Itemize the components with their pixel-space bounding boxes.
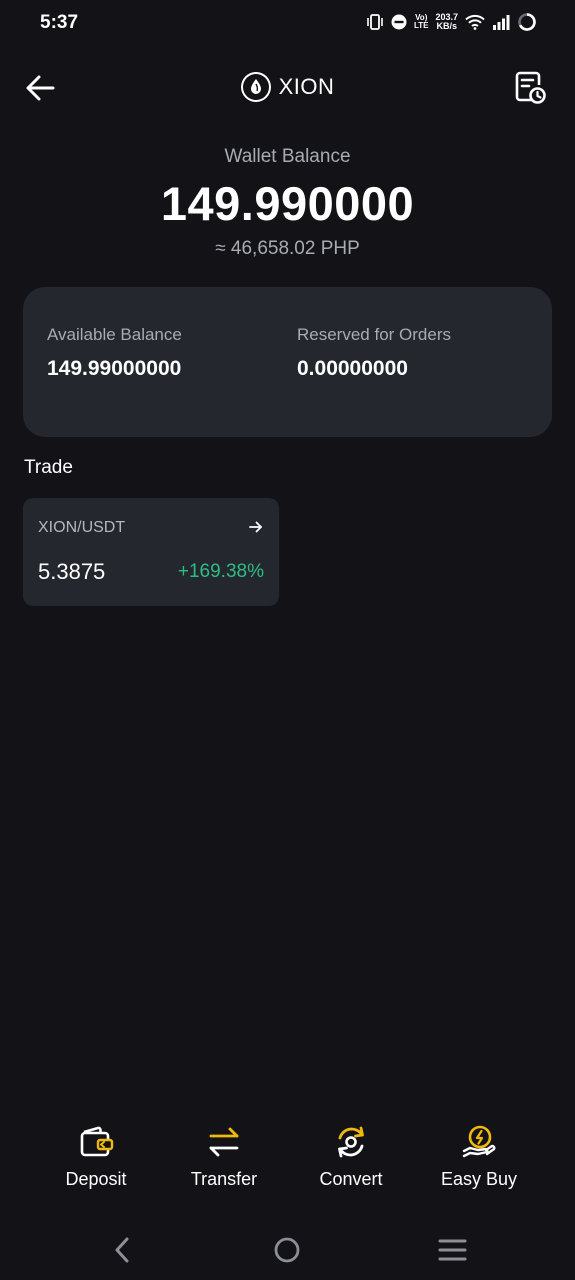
signal-icon: [493, 15, 510, 30]
deposit-icon: [80, 1126, 114, 1157]
status-bar: 5:37 Vo) LTE 203.7 KB/s: [0, 0, 575, 48]
convert-label: Convert: [319, 1169, 383, 1189]
available-balance: Available Balance 149.99000000: [47, 325, 182, 381]
net-speed: 203.7 KB/s: [435, 13, 458, 31]
trade-pair-label: XION/USDT: [38, 519, 126, 536]
easy-buy-button[interactable]: Easy Buy: [419, 1124, 539, 1190]
net-speed-unit: KB/s: [436, 21, 457, 31]
nav-home-icon: [274, 1237, 300, 1263]
system-nav-bar: [0, 1220, 575, 1280]
trade-pair-price: 5.3875: [38, 559, 106, 584]
easy-buy-icon: [462, 1125, 496, 1158]
history-button[interactable]: [513, 70, 547, 106]
nav-menu-icon: [438, 1239, 467, 1261]
available-balance-value: 149.99000000: [47, 357, 182, 380]
nav-back-button[interactable]: [102, 1232, 142, 1268]
trade-section-title: Trade: [24, 457, 73, 478]
history-icon: [515, 71, 546, 104]
vibrate-icon: [367, 14, 383, 30]
page-title: XION: [278, 74, 335, 99]
deposit-button[interactable]: Deposit: [36, 1124, 156, 1190]
reserved-balance-label: Reserved for Orders: [297, 325, 451, 344]
transfer-button[interactable]: Transfer: [164, 1124, 284, 1190]
deposit-label: Deposit: [65, 1169, 127, 1189]
transfer-icon: [209, 1127, 239, 1157]
nav-menu-button[interactable]: [432, 1232, 472, 1268]
status-time: 5:37: [40, 12, 79, 33]
xion-logo-icon: [240, 72, 271, 102]
reserved-balance: Reserved for Orders 0.00000000: [297, 325, 451, 381]
title-wrap: XION: [0, 72, 575, 102]
easy-buy-label: Easy Buy: [440, 1169, 518, 1189]
available-balance-label: Available Balance: [47, 325, 182, 344]
convert-button[interactable]: Convert: [291, 1124, 411, 1190]
dnd-icon: [391, 14, 407, 30]
trade-pair-card[interactable]: XION/USDT 5.3875 +169.38%: [23, 498, 279, 606]
battery-ring-icon: [518, 13, 536, 31]
wallet-balance-value: 149.990000: [160, 177, 415, 230]
nav-home-button[interactable]: [267, 1232, 307, 1268]
transfer-label: Transfer: [190, 1169, 258, 1189]
status-icons: Vo) LTE 203.7 KB/s: [366, 12, 537, 32]
trade-pair-change: +169.38%: [177, 561, 264, 582]
wifi-icon: [465, 14, 485, 30]
reserved-balance-value: 0.00000000: [297, 357, 408, 380]
volte-bottom: LTE: [413, 21, 429, 30]
arrow-right-icon: [249, 521, 262, 533]
convert-icon: [338, 1126, 364, 1158]
volte-icon: Vo) LTE: [414, 14, 429, 30]
wallet-balance-fiat: ≈ 46,658.02 PHP: [215, 238, 360, 259]
app-header: XION: [0, 60, 575, 116]
action-bar: Deposit Transfer Convert Easy Buy: [0, 1124, 575, 1204]
wallet-balance-label: Wallet Balance: [224, 146, 351, 167]
nav-back-icon: [115, 1237, 129, 1263]
balance-card: Available Balance 149.99000000 Reserved …: [23, 287, 552, 437]
